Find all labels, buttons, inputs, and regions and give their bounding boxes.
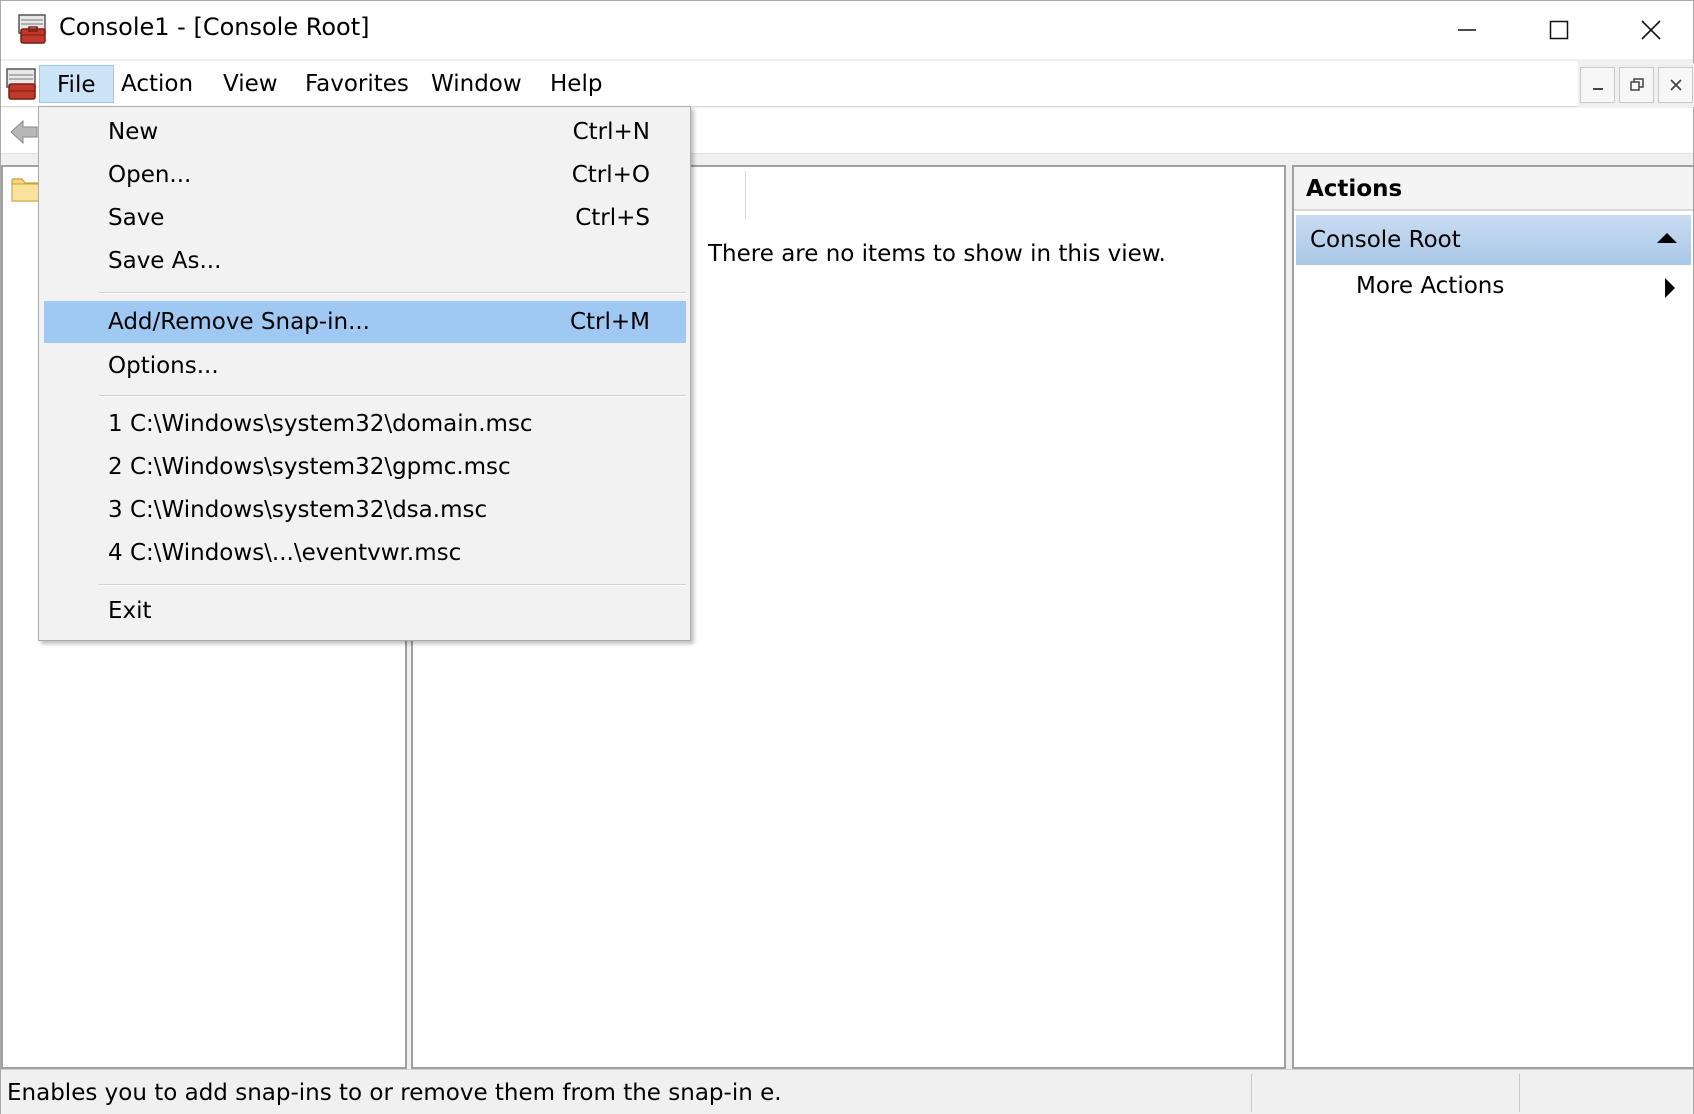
menu-item-add-remove-snap-in[interactable]: Add/Remove Snap-in... Ctrl+M: [44, 301, 686, 343]
status-text: Enables you to add snap-ins to or remove…: [7, 1080, 782, 1106]
actions-section-console-root[interactable]: Console Root: [1296, 215, 1691, 265]
mmc-toolbox-icon: [18, 14, 46, 44]
maximize-icon: [1549, 20, 1569, 40]
more-actions-item[interactable]: More Actions: [1356, 273, 1504, 299]
status-bar: Enables you to add snap-ins to or remove…: [1, 1069, 1693, 1114]
title-bar: Console1 - [Console Root]: [1, 1, 1693, 59]
menu-view[interactable]: View: [206, 65, 295, 103]
menu-help[interactable]: Help: [533, 65, 619, 103]
menu-item-exit[interactable]: Exit: [44, 590, 686, 632]
mdi-restore-button[interactable]: [1619, 67, 1654, 103]
close-icon: [1641, 20, 1661, 40]
menu-item-options[interactable]: Options...: [44, 345, 686, 387]
menu-item-save-as[interactable]: Save As...: [44, 240, 686, 282]
menu-item-recent-1[interactable]: 1 C:\Windows\system32\domain.msc: [44, 403, 686, 445]
actions-section-label: Console Root: [1310, 227, 1461, 253]
menu-item-recent-4[interactable]: 4 C:\Windows\...\eventvwr.msc: [44, 532, 686, 574]
menu-item-recent-2[interactable]: 2 C:\Windows\system32\gpmc.msc: [44, 446, 686, 488]
mmc-document-icon[interactable]: [5, 67, 39, 101]
menu-bar: File Action View Favorites Window Help: [1, 61, 1578, 107]
close-icon: [1669, 79, 1682, 91]
minimize-icon: [1592, 88, 1603, 90]
back-arrow-icon[interactable]: [9, 116, 41, 148]
menu-file[interactable]: File: [39, 65, 114, 103]
mdi-minimize-button[interactable]: [1580, 67, 1615, 103]
menu-separator: [99, 395, 686, 397]
actions-header: Actions: [1294, 167, 1693, 211]
maximize-button[interactable]: [1513, 1, 1605, 59]
menu-window[interactable]: Window: [414, 65, 539, 103]
mdi-close-button[interactable]: [1658, 67, 1693, 103]
menu-separator: [99, 584, 686, 586]
menu-separator: [99, 292, 686, 294]
mmc-window: Console1 - [Console Root] File Action Vi…: [0, 0, 1694, 1114]
actions-pane: Actions Console Root More Actions: [1292, 165, 1694, 1069]
mdi-controls: [1578, 63, 1694, 107]
minimize-icon: [1458, 29, 1476, 31]
window-title: Console1 - [Console Root]: [59, 13, 370, 41]
menu-item-recent-3[interactable]: 3 C:\Windows\system32\dsa.msc: [44, 489, 686, 531]
menu-item-new[interactable]: New Ctrl+N: [44, 111, 686, 153]
submenu-arrow-icon: [1665, 278, 1675, 298]
minimize-button[interactable]: [1421, 1, 1513, 59]
menu-item-open[interactable]: Open... Ctrl+O: [44, 154, 686, 196]
file-menu-dropdown: New Ctrl+N Open... Ctrl+O Save Ctrl+S Sa…: [38, 106, 691, 641]
close-button[interactable]: [1605, 1, 1694, 59]
menu-item-save[interactable]: Save Ctrl+S: [44, 197, 686, 239]
menu-favorites[interactable]: Favorites: [288, 65, 426, 103]
menu-action[interactable]: Action: [104, 65, 210, 103]
column-separator[interactable]: [745, 171, 746, 219]
empty-view-message: There are no items to show in this view.: [708, 241, 1166, 267]
status-separator: [1251, 1074, 1252, 1112]
collapse-up-icon[interactable]: [1657, 233, 1677, 243]
status-separator: [1519, 1074, 1520, 1112]
restore-icon: [1629, 78, 1644, 91]
